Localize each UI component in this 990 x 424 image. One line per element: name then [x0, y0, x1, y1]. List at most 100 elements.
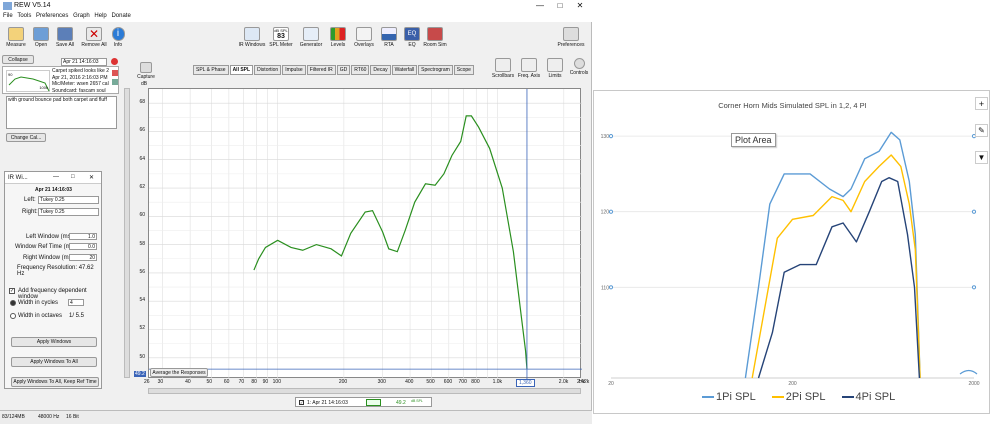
- spl-meter-button[interactable]: dB SPL 83 SPL Meter: [266, 27, 296, 48]
- capture-button[interactable]: Capture: [131, 62, 161, 80]
- ir-minimize-button[interactable]: —: [53, 174, 59, 180]
- collapse-button[interactable]: Collapse: [2, 55, 34, 64]
- apply-windows-button[interactable]: Apply Windows: [11, 337, 97, 347]
- legend-swatch: [702, 396, 714, 398]
- left-window-type-select[interactable]: Tukey 0.25: [38, 196, 99, 204]
- legend-entry[interactable]: 2Pi SPL: [771, 391, 826, 403]
- chart-title: Corner Horn Mids Simulated SPL in 1,2, 4…: [718, 101, 867, 110]
- scrollbars-button[interactable]: Scrollbars: [490, 58, 516, 79]
- rew-graph-area: [148, 88, 582, 379]
- menu-tools[interactable]: Tools: [17, 13, 31, 19]
- remove-icon[interactable]: [112, 70, 118, 76]
- ir-maximize-button[interactable]: □: [71, 174, 75, 180]
- change-cal-button[interactable]: Change Cal...: [6, 133, 46, 142]
- generator-button[interactable]: Generator: [296, 27, 326, 48]
- apply-windows-all-button[interactable]: Apply Windows To All: [11, 357, 97, 367]
- legend-entry[interactable]: 1Pi SPL: [702, 391, 756, 403]
- axis-handle: [608, 285, 614, 290]
- chart-legend: 1Pi SPL 2Pi SPL 4Pi SPL: [702, 391, 895, 403]
- close-button[interactable]: ✕: [570, 1, 590, 10]
- rew-window: REW V5.14 — □ ✕ File Tools Preferences G…: [0, 0, 592, 424]
- width-octaves-radio[interactable]: [10, 313, 16, 319]
- octaves-value: 1/ 5.5: [69, 313, 85, 319]
- fdw-checkbox[interactable]: ✓: [9, 288, 15, 294]
- ir-dialog-titlebar: IR Wi... — □ ✕: [5, 172, 101, 184]
- right-window-input[interactable]: 20: [69, 254, 97, 261]
- tab-gd[interactable]: GD: [336, 65, 351, 75]
- y-tick-label: 68: [139, 99, 145, 106]
- y-tick-label: 56: [139, 268, 145, 275]
- tab-distortion[interactable]: Distortion: [254, 65, 282, 75]
- tab-filtered-ir[interactable]: Filtered IR: [306, 65, 336, 75]
- x-tick-label: 1.0k: [492, 379, 503, 385]
- edit-icon[interactable]: [112, 79, 118, 85]
- series-line-tail: [959, 369, 978, 375]
- limits-button[interactable]: Limits: [543, 58, 567, 79]
- eq-icon: EQ: [404, 27, 420, 41]
- menu-graph[interactable]: Graph: [73, 13, 90, 19]
- menu-help[interactable]: Help: [94, 13, 106, 19]
- add-chart-element-button[interactable]: +: [975, 97, 988, 110]
- right-window-type-select[interactable]: Tukey 0.25: [38, 208, 99, 216]
- x-tick-label: 2.0k: [558, 379, 569, 385]
- x-tick-label: 800: [471, 379, 480, 385]
- ref-time-input[interactable]: 0.0: [69, 243, 97, 250]
- axis-handle: [608, 209, 614, 214]
- legend-checkbox[interactable]: ✓: [299, 400, 304, 405]
- axis-handle: [971, 285, 977, 290]
- plot-area-tooltip: Plot Area: [731, 133, 776, 147]
- chart-filter-button[interactable]: ▼: [975, 151, 988, 164]
- freq-axis-button[interactable]: Freq. Axis: [516, 58, 542, 79]
- tab-rt60[interactable]: RT60: [351, 65, 370, 75]
- tab-impulse[interactable]: Impulse: [282, 65, 306, 75]
- tab-scope[interactable]: Scope: [453, 65, 474, 75]
- excel-chart-svg: 130 120 110 20 200 2000: [601, 131, 980, 387]
- x-tick-label: 400: [405, 379, 414, 385]
- menu-donate[interactable]: Donate: [111, 13, 130, 19]
- maximize-button[interactable]: □: [550, 1, 570, 10]
- graph-vertical-scrollbar[interactable]: [124, 88, 130, 378]
- measurement-name-field[interactable]: Apr 21 14:16:03: [61, 58, 107, 66]
- chart-styles-button[interactable]: ✎: [975, 124, 988, 137]
- average-responses-button[interactable]: Average the Responses: [150, 368, 208, 377]
- axis-handle: [608, 134, 614, 139]
- room-sim-button[interactable]: Room Sim: [420, 27, 450, 48]
- legend-label: 1Pi SPL: [716, 391, 756, 403]
- minimize-button[interactable]: —: [530, 1, 550, 10]
- measurement-card[interactable]: Apr 21 14:16:03 90 100k Carpet spiked lo…: [2, 58, 119, 94]
- tab-decay[interactable]: Decay: [370, 65, 391, 75]
- levels-icon: [330, 27, 346, 41]
- width-cycles-radio[interactable]: [10, 300, 16, 306]
- ir-windows-button[interactable]: IR Windows: [237, 27, 267, 48]
- menu-preferences[interactable]: Preferences: [36, 13, 68, 19]
- delete-measurement-icon[interactable]: [111, 58, 118, 65]
- preferences-button[interactable]: Preferences: [555, 27, 587, 48]
- save-all-button[interactable]: Save All: [50, 27, 80, 48]
- cursor-db-label: 49.2: [134, 371, 146, 377]
- info-button[interactable]: i Info: [103, 27, 133, 48]
- legend-line-swatch[interactable]: [366, 399, 381, 406]
- y-tick-label: 64: [139, 155, 145, 162]
- apply-windows-keep-ref-button[interactable]: Apply Windows To All, Keep Ref Time: [11, 377, 99, 387]
- left-window-input[interactable]: 1.0: [69, 233, 97, 240]
- x-tick-label: 2000: [968, 381, 979, 387]
- app-icon: [3, 2, 12, 10]
- controls-button[interactable]: Controls: [566, 58, 592, 76]
- legend-entry[interactable]: 4Pi SPL: [841, 391, 896, 403]
- measurement-thumbnail: 90 100k: [6, 70, 50, 92]
- save-icon: [57, 27, 73, 41]
- legend-label: 4Pi SPL: [855, 391, 896, 403]
- limits-icon: [547, 58, 563, 72]
- cycles-input[interactable]: 4: [68, 299, 84, 306]
- graph-tabs: SPL & Phase All SPL Distortion Impulse F…: [193, 65, 475, 75]
- menu-file[interactable]: File: [3, 13, 13, 19]
- tab-spl-phase[interactable]: SPL & Phase: [193, 65, 229, 75]
- ir-close-button[interactable]: ✕: [89, 174, 94, 181]
- tab-spectrogram[interactable]: Spectrogram: [418, 65, 453, 75]
- tab-all-spl[interactable]: All SPL: [229, 65, 254, 75]
- notes-textarea[interactable]: with ground bounce pad both carpet and f…: [6, 96, 117, 129]
- series-line-3: [757, 176, 921, 379]
- excel-chart[interactable]: 130 120 110 20 200 2000 Corner Horn Mids Simu…: [593, 90, 990, 414]
- graph-horizontal-scrollbar[interactable]: [148, 388, 581, 394]
- tab-waterfall[interactable]: Waterfall: [391, 65, 418, 75]
